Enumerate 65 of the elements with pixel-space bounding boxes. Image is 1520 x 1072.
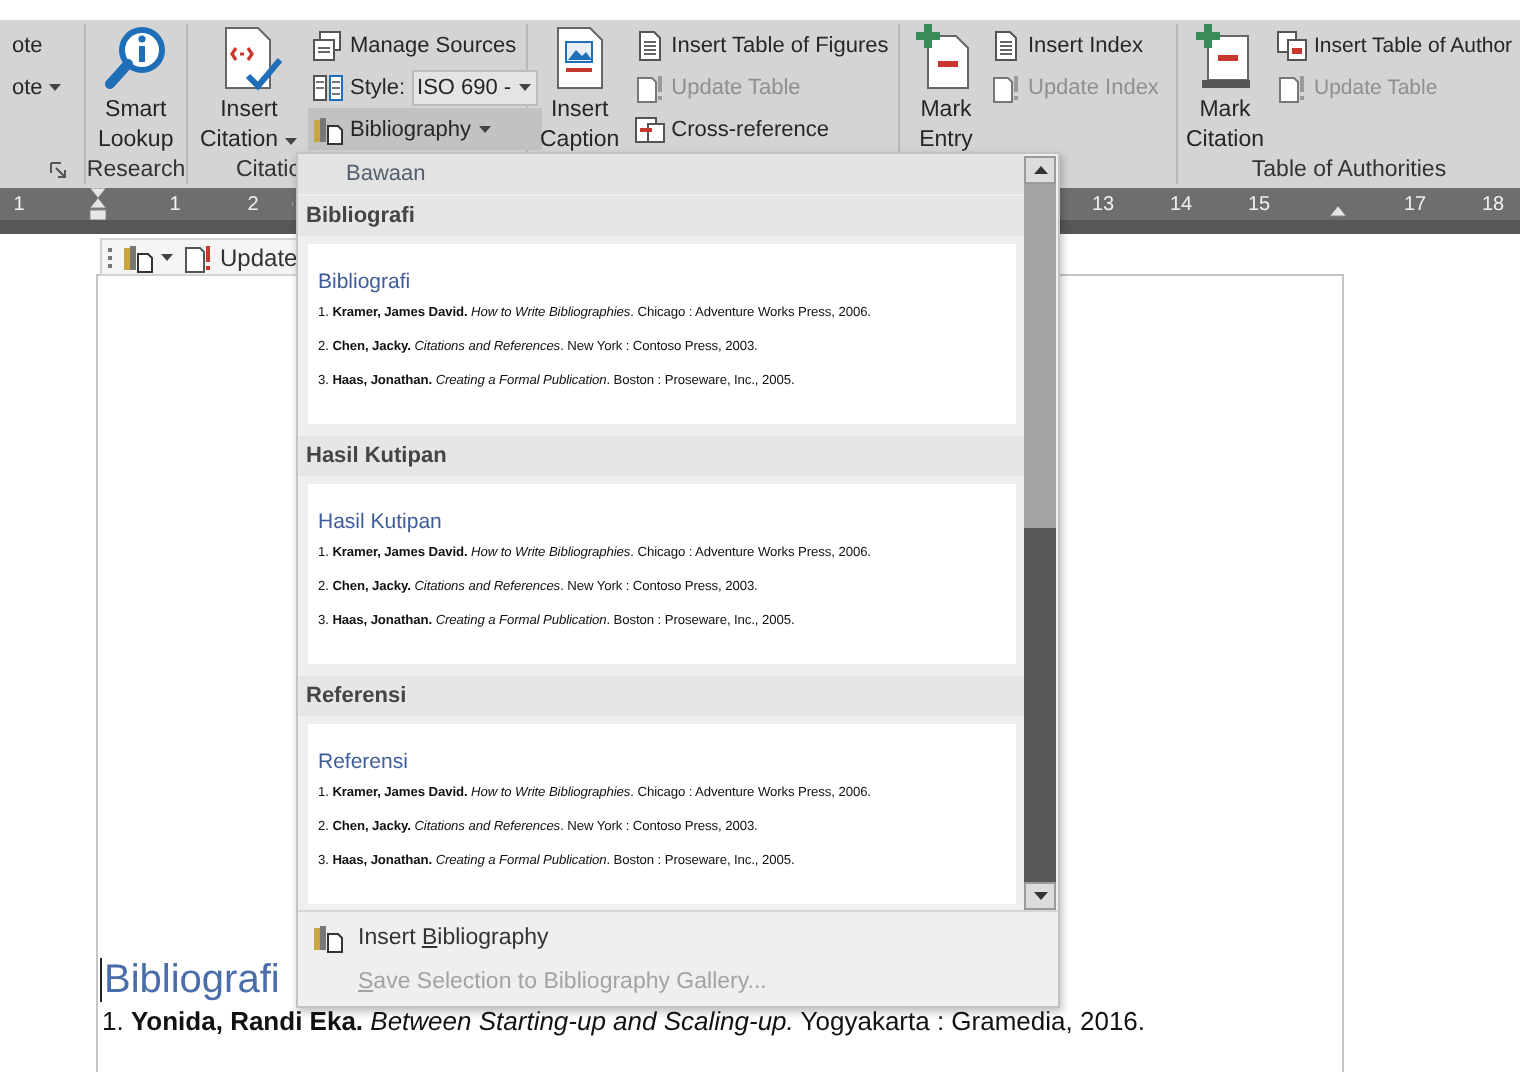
group-label: Research [86, 158, 186, 182]
gallery-header: Bawaan [298, 154, 1024, 194]
bibliography-button[interactable] [122, 241, 174, 273]
ruler-number: 1 [11, 193, 27, 215]
list-icon [312, 71, 344, 103]
ribbon-button[interactable]: Mark Entry [910, 24, 982, 156]
ribbon-button[interactable]: Bibliography [308, 108, 542, 150]
caret-icon [477, 124, 492, 134]
ribbon-button[interactable]: Insert Index [986, 24, 1163, 66]
documents-icon [1276, 29, 1308, 61]
bibliography-entry: 1. Yonida, Randi Eka. Between Starting-up and Scaling-up. Yogyakarta : Gramedia, 2016. [100, 1004, 1148, 1040]
ribbon-button[interactable]: ote [8, 66, 67, 108]
preview-title: Referensi [318, 748, 410, 776]
gallery-section-title: Bibliografi [298, 196, 1024, 236]
scroll-thumb[interactable] [1024, 184, 1056, 528]
document-alert-icon [1276, 71, 1308, 103]
document-alert-icon [633, 71, 666, 103]
caret-icon [284, 136, 298, 146]
document-icon [990, 29, 1022, 61]
ruler-number: 13 [1089, 193, 1117, 215]
ribbon-button[interactable]: Insert Table of Author [1272, 24, 1517, 66]
gallery-section-title: Referensi [298, 676, 1024, 716]
ruler-number: 15 [1245, 193, 1273, 215]
ruler-number: 1 [167, 193, 183, 215]
ribbon-button[interactable]: Mark Citation [1182, 24, 1268, 156]
ribbon-button[interactable]: ote [8, 24, 67, 66]
ruler-number: 14 [1167, 193, 1195, 215]
document-icon [633, 29, 666, 61]
caret-icon [517, 82, 532, 92]
books-icon [312, 922, 344, 954]
gallery-section-title: Hasil Kutipan [298, 436, 1024, 476]
ruler-number: 17 [1401, 193, 1429, 215]
grip-icon [108, 245, 114, 269]
document-alert-icon [990, 71, 1022, 103]
update-button[interactable]: Update [182, 241, 298, 273]
documents-icon [312, 29, 344, 61]
group-label: Citatic [236, 158, 300, 182]
triangle-down-icon [1033, 892, 1047, 900]
style-dropdown[interactable]: ISO 690 - [411, 69, 538, 105]
magnifier-icon [103, 24, 168, 92]
books-icon [312, 113, 344, 145]
bibliography-heading: Bibliografi [102, 956, 280, 1004]
dialog-launcher-icon[interactable] [50, 161, 66, 177]
caret-icon [160, 252, 174, 262]
ribbon-button[interactable]: Cross-reference [629, 108, 893, 150]
ribbon-button[interactable]: Insert Citation [194, 24, 304, 156]
menu-item[interactable]: Insert Bibliography [298, 916, 1058, 960]
text-cursor [100, 958, 102, 1002]
cross-reference-icon [633, 113, 666, 145]
ribbon-button[interactable]: Insert Table of Figures [629, 24, 893, 66]
indent-marker-icon[interactable] [87, 188, 107, 220]
group-label: Table of Authorities [1251, 158, 1447, 182]
ruler-number: 2 [245, 193, 261, 215]
scroll-up-button[interactable] [1024, 156, 1056, 184]
ribbon-button[interactable]: Manage Sources [308, 24, 542, 66]
triangle-up-icon [1033, 166, 1047, 174]
indent-marker-icon[interactable] [1327, 204, 1347, 220]
caret-icon [48, 82, 63, 92]
ruler-number: 18 [1479, 193, 1507, 215]
picture-document-icon [553, 24, 606, 92]
preview-title: Bibliografi [318, 268, 413, 296]
ribbon-button[interactable]: Smart Lookup [92, 24, 180, 156]
scroll-down-button[interactable] [1024, 882, 1056, 910]
style-label: Style: [350, 75, 406, 99]
preview-title: Hasil Kutipan [318, 508, 444, 536]
